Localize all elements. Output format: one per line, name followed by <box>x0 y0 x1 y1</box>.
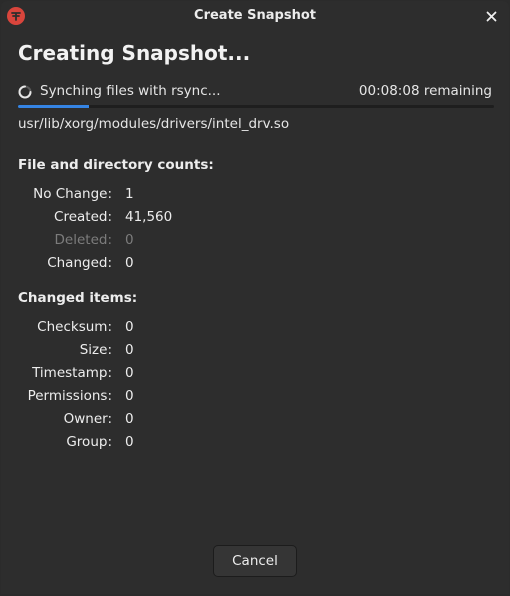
count-label: Deleted: <box>54 232 112 248</box>
close-icon <box>486 11 496 21</box>
file-counts-title: File and directory counts: <box>18 157 214 173</box>
changed-value: 0 <box>125 342 134 358</box>
count-value: 41,560 <box>125 209 173 225</box>
count-value: 0 <box>125 232 134 248</box>
count-row-deleted: Deleted: 0 <box>1 232 301 250</box>
status-row: Synching files with rsync... 00:08:08 re… <box>18 83 492 101</box>
changed-row-timestamp: Timestamp: 0 <box>1 365 301 383</box>
spinner-icon <box>18 85 32 99</box>
changed-value: 0 <box>125 434 134 450</box>
close-button[interactable] <box>481 6 501 26</box>
changed-row-group: Group: 0 <box>1 434 301 452</box>
progress-fill <box>18 105 90 108</box>
dialog-window: Create Snapshot Creating Snapshot... Syn… <box>1 1 509 594</box>
status-text: Synching files with rsync... <box>40 83 221 99</box>
changed-items-title: Changed items: <box>18 290 138 306</box>
page-title: Creating Snapshot... <box>18 41 251 65</box>
progress-bar <box>18 105 494 108</box>
changed-row-size: Size: 0 <box>1 342 301 360</box>
count-label: Changed: <box>47 255 112 271</box>
count-row-created: Created: 41,560 <box>1 209 301 227</box>
changed-label: Permissions: <box>27 388 112 404</box>
changed-row-checksum: Checksum: 0 <box>1 319 301 337</box>
changed-label: Group: <box>66 434 112 450</box>
changed-row-owner: Owner: 0 <box>1 411 301 429</box>
count-row-changed: Changed: 0 <box>1 255 301 273</box>
current-file-path: usr/lib/xorg/modules/drivers/intel_drv.s… <box>18 116 290 132</box>
cancel-button[interactable]: Cancel <box>213 545 297 577</box>
changed-value: 0 <box>125 365 134 381</box>
count-label: Created: <box>54 209 112 225</box>
changed-value: 0 <box>125 319 134 335</box>
changed-label: Timestamp: <box>32 365 112 381</box>
count-row-no-change: No Change: 1 <box>1 186 301 204</box>
changed-value: 0 <box>125 388 134 404</box>
time-remaining: 00:08:08 remaining <box>358 83 492 99</box>
count-value: 0 <box>125 255 134 271</box>
changed-label: Size: <box>79 342 112 358</box>
count-label: No Change: <box>33 186 112 202</box>
changed-label: Checksum: <box>37 319 112 335</box>
changed-row-permissions: Permissions: 0 <box>1 388 301 406</box>
window-title: Create Snapshot <box>194 8 316 23</box>
count-value: 1 <box>125 186 134 202</box>
changed-label: Owner: <box>63 411 112 427</box>
changed-value: 0 <box>125 411 134 427</box>
title-bar[interactable]: Create Snapshot <box>1 1 509 31</box>
